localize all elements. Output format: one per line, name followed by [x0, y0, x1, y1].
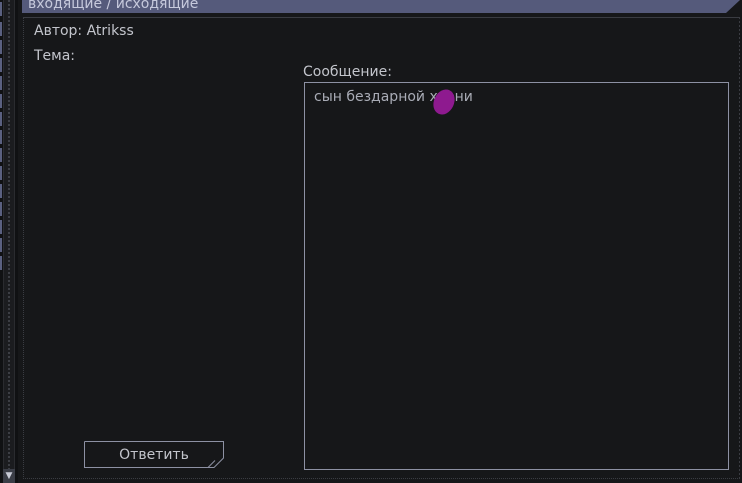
strip-tick — [0, 58, 2, 72]
strip-tick — [0, 112, 2, 126]
strip-tick — [0, 2, 2, 16]
purple-blot-overlay — [433, 89, 455, 115]
strip-tick — [0, 94, 2, 108]
strip-tick — [0, 220, 2, 234]
message-view-window: ▼ входящие / исходящие Автор: Atrikss Те… — [0, 0, 742, 483]
strip-tick — [0, 40, 2, 54]
strip-tick — [0, 166, 2, 180]
strip-tick — [0, 238, 2, 252]
author-line: Автор: Atrikss — [34, 23, 134, 39]
strip-tick — [0, 76, 2, 90]
strip-tick — [0, 202, 2, 216]
strip-tick — [0, 130, 2, 144]
subject-line: Тема: — [34, 48, 76, 64]
mail-tabs-header[interactable]: входящие / исходящие — [22, 0, 740, 13]
strip-tick — [0, 184, 2, 198]
strip-tick — [0, 148, 2, 162]
vertical-scrollbar[interactable] — [3, 0, 15, 483]
scroll-down-arrow-icon[interactable]: ▼ — [3, 469, 15, 483]
reply-button-label: Ответить — [119, 447, 189, 463]
strip-tick — [0, 256, 2, 270]
reply-button[interactable]: Ответить — [84, 441, 224, 468]
message-body-box[interactable]: сын бездарной хуени — [304, 82, 729, 470]
panel-right-border — [739, 17, 740, 479]
strip-tick — [0, 22, 2, 36]
scrollbar-track — [8, 0, 10, 469]
message-label: Сообщение: — [303, 64, 392, 80]
header-title[interactable]: входящие / исходящие — [28, 0, 198, 13]
